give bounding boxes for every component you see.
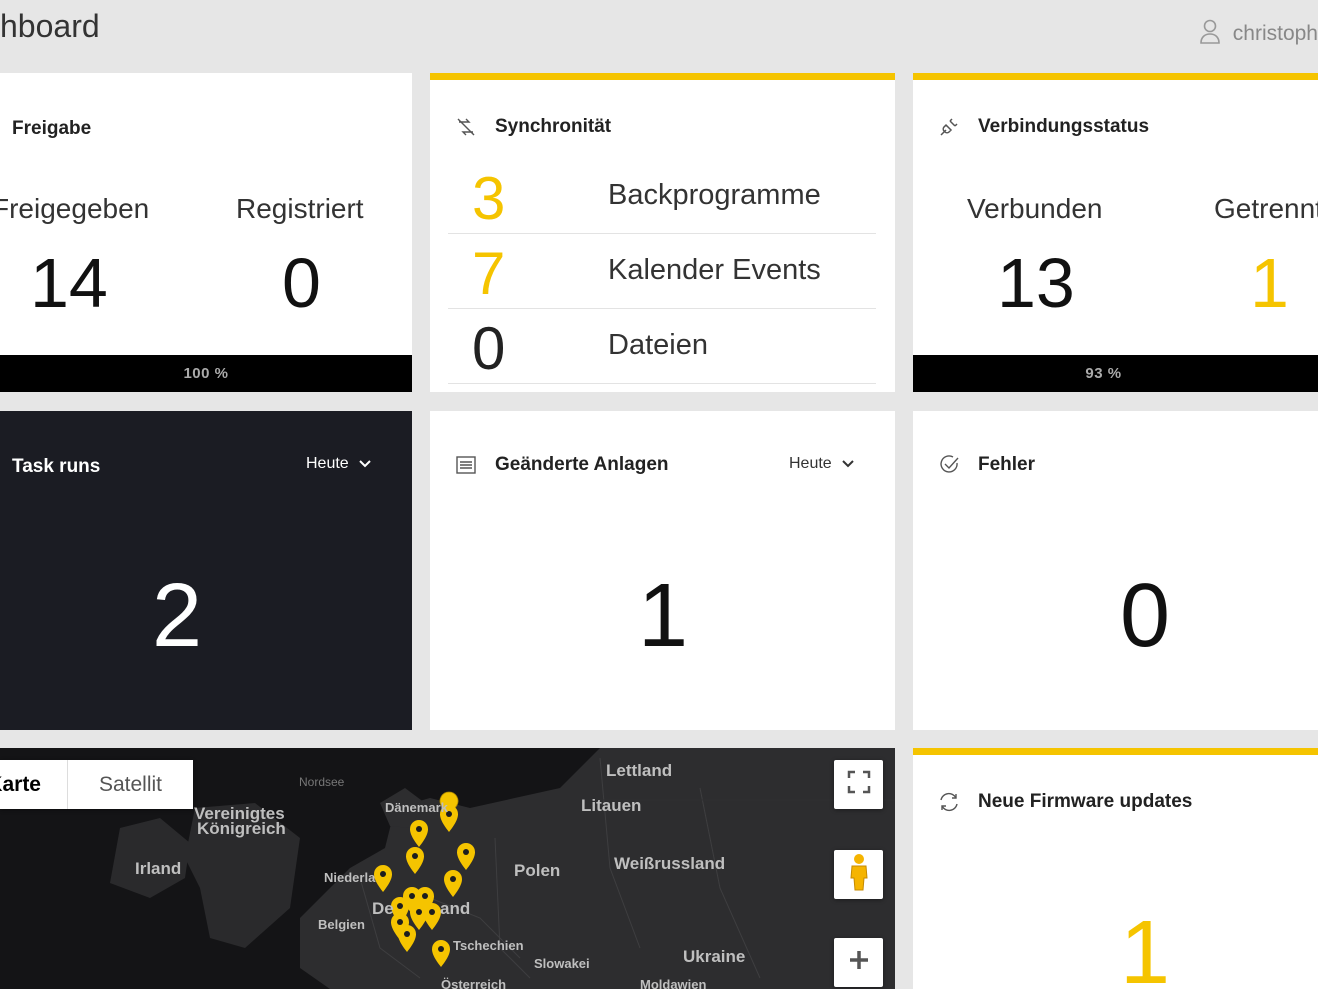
- card-title: Neue Firmware updates: [978, 791, 1193, 812]
- card-title: Task runs: [12, 456, 101, 477]
- plus-icon: [848, 949, 870, 976]
- list-icon: [455, 454, 477, 476]
- map-label: Litauen: [581, 796, 642, 815]
- plug-icon: [938, 116, 960, 138]
- map-label: Niederla: [324, 870, 376, 885]
- map-label: Tschechien: [453, 938, 524, 953]
- list-item: 0 Dateien: [448, 309, 876, 384]
- map-label: Dänemark: [385, 800, 448, 815]
- stat-label-verbunden: Verbunden: [967, 193, 1103, 224]
- pegman-icon: [848, 853, 870, 896]
- period-dropdown[interactable]: Heute: [306, 455, 371, 473]
- fehler-card: Fehler 0: [913, 411, 1318, 730]
- card-title: Synchronität: [495, 116, 612, 137]
- map-label: Polen: [514, 861, 561, 880]
- map-type-toggle: Karte Satellit: [0, 760, 193, 809]
- synchronitaet-card: Synchronität 3 Backprogramme 7 Kalender …: [430, 73, 895, 392]
- fehler-value: 0: [1120, 566, 1171, 666]
- anlagen-value: 1: [638, 566, 689, 666]
- progress-bar: 100 %: [0, 355, 412, 392]
- stat-label-registriert: Registriert: [236, 193, 364, 224]
- sync-value: 3: [472, 165, 506, 232]
- map-label: Lettland: [606, 761, 673, 780]
- map-type-karte[interactable]: Karte: [0, 760, 68, 809]
- card-title: Fehler: [978, 454, 1036, 475]
- card-title: Geänderte Anlagen: [495, 454, 669, 475]
- refresh-icon: [938, 791, 960, 813]
- page-title: hboard: [0, 8, 100, 44]
- sync-label: Dateien: [608, 329, 708, 361]
- sync-label: Kalender Events: [608, 254, 821, 286]
- firmware-value: 1: [1120, 903, 1171, 989]
- firmware-card: Neue Firmware updates 1: [913, 748, 1318, 989]
- chevron-down-icon: [841, 455, 854, 473]
- sync-label: Backprogramme: [608, 179, 821, 211]
- map-label: Ukraine: [683, 947, 746, 966]
- map-label: Österreich: [441, 977, 507, 989]
- map-label: Slowakei: [534, 956, 590, 971]
- zoom-in-button[interactable]: [834, 938, 883, 987]
- freigabe-card: Freigabe Freigegeben 14 Registriert 0 10…: [0, 73, 412, 392]
- list-item: 7 Kalender Events: [448, 234, 876, 309]
- chevron-down-icon: [358, 455, 371, 473]
- stat-value-registriert: 0: [282, 244, 321, 322]
- user-icon: [1199, 18, 1221, 50]
- map-label: Irland: [135, 859, 182, 878]
- stat-label-freigegeben: Freigegeben: [0, 193, 150, 224]
- progress-label: 100 %: [183, 365, 229, 382]
- stat-value-freigegeben: 14: [30, 244, 108, 322]
- list-item: 3 Backprogramme: [448, 159, 876, 234]
- map-label: Königreich: [197, 819, 286, 838]
- sync-value: 7: [472, 240, 506, 307]
- card-title: Verbindungsstatus: [978, 116, 1150, 137]
- task-runs-value: 2: [152, 566, 203, 666]
- stat-value-getrennt: 1: [1250, 244, 1289, 322]
- verbindungsstatus-card: Verbindungsstatus Verbunden 13 Getrennt …: [913, 73, 1318, 392]
- card-header: Verbindungsstatus: [938, 116, 1149, 138]
- sync-value: 0: [472, 315, 506, 382]
- progress-bar: 93 %: [913, 355, 1318, 392]
- dropdown-label: Heute: [306, 455, 349, 472]
- period-dropdown[interactable]: Heute: [789, 455, 854, 473]
- user-name: christoph: [1232, 22, 1318, 45]
- map-type-satellit[interactable]: Satellit: [68, 760, 193, 809]
- map-label: Belgien: [318, 917, 365, 932]
- user-menu[interactable]: christoph: [1199, 18, 1318, 50]
- stat-value-verbunden: 13: [997, 244, 1075, 322]
- check-circle-icon: [938, 454, 960, 476]
- map-label: Nordsee: [299, 775, 345, 789]
- card-header: Geänderte Anlagen: [455, 454, 669, 476]
- street-view-button[interactable]: [834, 850, 883, 899]
- map-label: De: [372, 899, 394, 918]
- dropdown-label: Heute: [789, 455, 832, 472]
- card-header: Fehler: [938, 454, 1035, 476]
- card-title: Freigabe: [12, 118, 92, 139]
- map-label: Weißrussland: [614, 854, 726, 873]
- map-label: and: [440, 899, 471, 918]
- map-label: Moldawien: [640, 977, 707, 989]
- card-header: Neue Firmware updates: [938, 791, 1192, 813]
- progress-label: 93 %: [1085, 365, 1122, 382]
- fullscreen-button[interactable]: [834, 760, 883, 809]
- geaenderte-anlagen-card: Geänderte Anlagen Heute 1: [430, 411, 895, 730]
- card-header: Synchronität: [455, 116, 611, 138]
- sync-off-icon: [455, 116, 477, 138]
- stat-label-getrennt: Getrennt: [1214, 193, 1318, 224]
- task-runs-card: Task runs Heute 2: [0, 411, 412, 730]
- fullscreen-icon: [847, 770, 871, 799]
